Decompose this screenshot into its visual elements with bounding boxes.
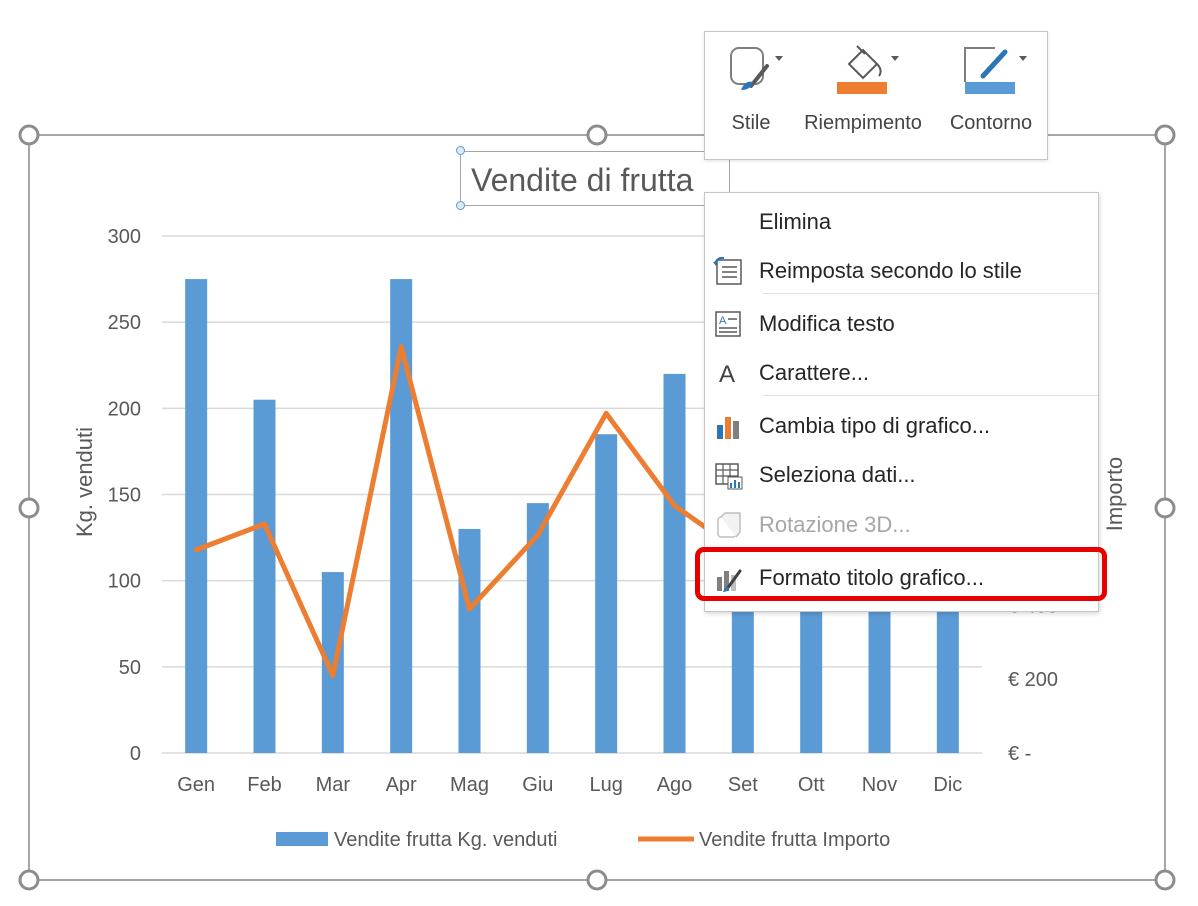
menu-item-change-chart-type[interactable]: Cambia tipo di grafico... xyxy=(705,405,1098,445)
x-tick-label: Mag xyxy=(450,774,489,796)
right-axis-ticks: € -€ 200€ 400 xyxy=(1008,595,1058,765)
resize-handle[interactable] xyxy=(586,869,608,891)
resize-handle[interactable] xyxy=(18,124,40,146)
y-left-tick-label: 250 xyxy=(108,312,141,334)
outline-label: Contorno xyxy=(949,112,1033,134)
bar xyxy=(458,528,481,753)
menu-separator xyxy=(763,293,1098,294)
style-label: Stile xyxy=(731,112,771,134)
outline-pen-icon xyxy=(964,47,1027,94)
reset-style-icon xyxy=(713,256,742,285)
title-handle[interactable] xyxy=(456,146,465,155)
menu-item-reset-style[interactable]: Reimposta secondo lo stile xyxy=(705,250,1098,290)
bar xyxy=(663,373,686,753)
x-tick-label: Apr xyxy=(386,774,417,796)
outline-button[interactable]: Contorno xyxy=(941,32,1041,159)
menu-item-select-data[interactable]: Seleziona dati... xyxy=(705,454,1098,494)
x-tick-label: Nov xyxy=(862,774,898,796)
font-icon: A xyxy=(719,361,735,388)
y-left-tick-label: 100 xyxy=(108,571,141,593)
bar xyxy=(253,399,276,753)
menu-item-label: Elimina xyxy=(759,209,832,234)
y-left-tick-label: 150 xyxy=(108,485,141,507)
y-left-tick-label: 50 xyxy=(119,657,141,679)
rotation-3d-icon xyxy=(717,512,741,538)
menu-item-label: Rotazione 3D... xyxy=(759,512,911,537)
select-data-icon xyxy=(715,463,743,490)
y-right-tick-label: € 200 xyxy=(1008,669,1058,691)
fill-bucket-icon xyxy=(837,45,899,94)
menu-item-label: Seleziona dati... xyxy=(759,462,916,487)
legend-line-label: Vendite frutta Importo xyxy=(699,829,890,851)
resize-handle[interactable] xyxy=(1154,869,1176,891)
x-tick-label: Lug xyxy=(589,774,622,796)
y-right-tick-label: € - xyxy=(1008,743,1031,765)
menu-item-label: Reimposta secondo lo stile xyxy=(759,258,1022,283)
menu-item-edit-text[interactable]: A Modifica testo xyxy=(705,303,1098,343)
y-left-tick-label: 300 xyxy=(108,226,141,248)
fill-label: Riempimento xyxy=(804,112,922,134)
highlight-callout xyxy=(695,547,1107,601)
x-tick-label: Giu xyxy=(522,774,553,796)
bar xyxy=(595,434,618,753)
left-axis-ticks: 0 50 100 150 200 250 300 xyxy=(108,226,141,765)
style-button[interactable]: Stile xyxy=(715,32,787,159)
legend-bar-swatch xyxy=(276,832,328,846)
menu-item-delete[interactable]: Elimina xyxy=(705,201,1098,241)
y-left-tick-label: 0 xyxy=(130,743,141,765)
svg-text:A: A xyxy=(719,361,735,388)
menu-item-3d-rotation: Rotazione 3D... xyxy=(705,504,1098,544)
x-tick-label: Dic xyxy=(933,774,962,796)
x-tick-label: Feb xyxy=(247,774,281,796)
menu-item-label: Modifica testo xyxy=(759,311,895,336)
y-left-tick-label: 200 xyxy=(108,398,141,420)
resize-handle[interactable] xyxy=(18,869,40,891)
y-right-axis-title: Importo xyxy=(1102,457,1127,532)
mini-toolbar: Stile Riempimento Contorno xyxy=(704,31,1048,160)
chart-title-box[interactable]: Vendite di frutta xyxy=(460,151,730,206)
chart-type-icon xyxy=(717,417,739,439)
svg-text:A: A xyxy=(719,315,727,327)
style-brush-icon xyxy=(730,47,783,90)
edit-text-icon: A xyxy=(715,311,741,337)
x-tick-label: Mar xyxy=(316,774,351,796)
bar xyxy=(185,279,208,753)
chart-title[interactable]: Vendite di frutta xyxy=(471,162,693,199)
fill-button[interactable]: Riempimento xyxy=(797,32,929,159)
menu-item-label: Cambia tipo di grafico... xyxy=(759,413,991,438)
title-handle[interactable] xyxy=(456,201,465,210)
resize-handle[interactable] xyxy=(586,124,608,146)
x-tick-label: Gen xyxy=(177,774,215,796)
resize-handle[interactable] xyxy=(1154,124,1176,146)
x-tick-label: Ott xyxy=(798,774,825,796)
legend: Vendite frutta Kg. venduti Vendite frutt… xyxy=(276,829,890,851)
menu-separator xyxy=(763,395,1098,396)
resize-handle[interactable] xyxy=(1154,497,1176,519)
y-left-axis-title: Kg. venduti xyxy=(72,427,97,537)
menu-item-label: Carattere... xyxy=(759,360,870,385)
bar xyxy=(800,589,823,753)
legend-bar-label: Vendite frutta Kg. venduti xyxy=(334,829,558,851)
resize-handle[interactable] xyxy=(18,497,40,519)
menu-item-font[interactable]: A Carattere... xyxy=(705,352,1098,392)
x-tick-label: Set xyxy=(728,774,758,796)
x-tick-label: Ago xyxy=(657,774,693,796)
x-axis-ticks: Gen Feb Mar Apr Mag Giu Lug Ago Set Ott Nov Dic xyxy=(177,774,962,796)
